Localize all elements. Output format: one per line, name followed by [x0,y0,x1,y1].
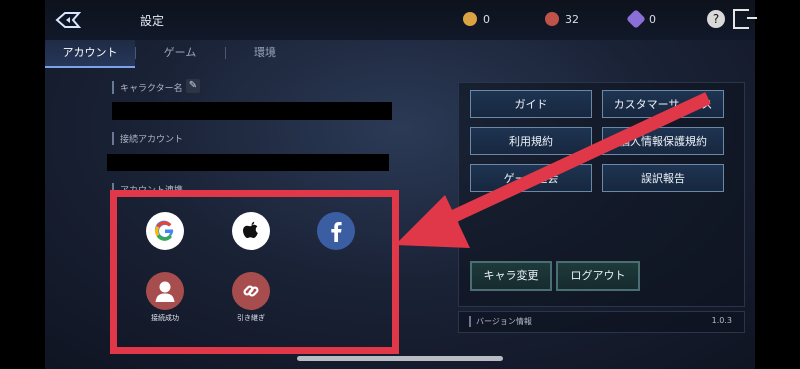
annotation-arrow [395,92,711,248]
game-settings-screen: 設定 0 32 0 ? アカウント ゲーム 環境 キャラクター名 ✎ 接続アカウ… [0,0,800,369]
